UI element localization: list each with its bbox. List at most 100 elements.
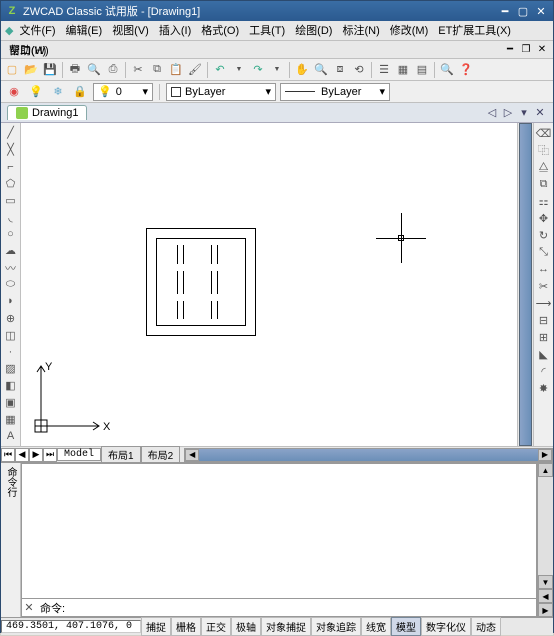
child-restore-icon[interactable]: ❐ xyxy=(519,44,533,56)
app-menu-icon[interactable]: ◆ xyxy=(5,24,13,37)
cut-icon[interactable]: ✂ xyxy=(129,61,147,79)
xline-icon[interactable]: ╳ xyxy=(3,142,19,158)
model-toggle[interactable]: 模型 xyxy=(391,617,421,636)
point-icon[interactable]: · xyxy=(3,344,19,360)
line-icon[interactable]: ╱ xyxy=(3,125,19,141)
minimize-icon[interactable]: ━ xyxy=(497,4,513,18)
undo-icon[interactable]: ↶ xyxy=(211,61,229,79)
design-center-icon[interactable]: ▦ xyxy=(394,61,412,79)
mirror-icon[interactable]: ⧋ xyxy=(536,159,552,175)
gradient-icon[interactable]: ◧ xyxy=(3,378,19,394)
menu-file[interactable]: 文件(F) xyxy=(15,21,59,39)
region-icon[interactable]: ▣ xyxy=(3,394,19,410)
copy-obj-icon[interactable]: ⿻ xyxy=(536,142,552,158)
scroll-right2-icon[interactable]: ▶ xyxy=(538,603,553,617)
menu-dim[interactable]: 标注(N) xyxy=(338,21,383,39)
zoom-rt-icon[interactable]: 🔍 xyxy=(312,61,330,79)
fillet-icon[interactable]: ◜ xyxy=(536,363,552,379)
command-input[interactable]: 命令: xyxy=(36,600,536,616)
polar-toggle[interactable]: 极轴 xyxy=(231,617,261,636)
scroll-down-icon[interactable]: ▼ xyxy=(538,575,553,589)
erase-icon[interactable]: ⌫ xyxy=(536,125,552,141)
undo-dd-icon[interactable]: ▼ xyxy=(230,61,248,79)
extend-icon[interactable]: ⟶ xyxy=(536,295,552,311)
offset-icon[interactable]: ⧉ xyxy=(536,176,552,192)
array-icon[interactable]: ⚏ xyxy=(536,193,552,209)
zoom-win-icon[interactable]: ⧈ xyxy=(331,61,349,79)
revcloud-icon[interactable]: ☁ xyxy=(3,243,19,259)
lwt-toggle[interactable]: 线宽 xyxy=(361,617,391,636)
maximize-icon[interactable]: ▢ xyxy=(515,4,531,18)
rect-icon[interactable]: ▭ xyxy=(3,192,19,208)
scroll-left-icon[interactable]: ◀ xyxy=(185,449,199,461)
open-icon[interactable]: 📂 xyxy=(22,61,40,79)
snap-toggle[interactable]: 捕捉 xyxy=(141,617,171,636)
trim-icon[interactable]: ✂ xyxy=(536,278,552,294)
tab-prev2-icon[interactable]: ◀ xyxy=(15,448,29,462)
menu-et[interactable]: ET扩展工具(X) xyxy=(434,21,515,39)
stretch-icon[interactable]: ↔ xyxy=(536,261,552,277)
scroll-left2-icon[interactable]: ◀ xyxy=(538,589,553,603)
linetype-dropdown[interactable]: ByLayer ▾ xyxy=(280,83,390,101)
match-icon[interactable]: 🖌 xyxy=(186,61,204,79)
break-icon[interactable]: ⊟ xyxy=(536,312,552,328)
layer-lock-icon[interactable]: 🔒 xyxy=(71,83,89,101)
hatch-icon[interactable]: ▨ xyxy=(3,361,19,377)
menu-edit[interactable]: 编辑(E) xyxy=(62,21,107,39)
scroll-right-icon[interactable]: ▶ xyxy=(538,449,552,461)
explode-icon[interactable]: ✸ xyxy=(536,380,552,396)
child-minimize-icon[interactable]: ━ xyxy=(503,44,517,56)
block-icon[interactable]: ◫ xyxy=(3,327,19,343)
help-icon[interactable]: ❓ xyxy=(457,61,475,79)
ortho-toggle[interactable]: 正交 xyxy=(201,617,231,636)
dyn-toggle[interactable]: 动态 xyxy=(471,617,501,636)
cmd-close-icon[interactable]: ✕ xyxy=(22,601,36,614)
paste-icon[interactable]: 📋 xyxy=(167,61,185,79)
join-icon[interactable]: ⊞ xyxy=(536,329,552,345)
layer-freeze-icon[interactable]: ❄ xyxy=(49,83,67,101)
tablet-toggle[interactable]: 数字化仪 xyxy=(421,617,471,636)
menu-modify[interactable]: 修改(M) xyxy=(386,21,433,39)
save-icon[interactable]: 💾 xyxy=(41,61,59,79)
tab-prev-icon[interactable]: ◁ xyxy=(485,106,499,120)
redo-icon[interactable]: ↷ xyxy=(249,61,267,79)
ellipse-icon[interactable]: ⬭ xyxy=(3,277,19,293)
tab-next2-icon[interactable]: ▶ xyxy=(29,448,43,462)
ellipse-arc-icon[interactable]: ◗ xyxy=(3,293,19,309)
circle-icon[interactable]: ○ xyxy=(3,226,19,242)
coordinates[interactable]: 469.3501, 407.1076, 0 xyxy=(1,620,141,633)
scroll-up-icon[interactable]: ▲ xyxy=(538,463,553,477)
child-close-icon[interactable]: ✕ xyxy=(535,44,549,56)
scale-icon[interactable]: ⤡ xyxy=(536,244,552,260)
pline-icon[interactable]: ⌐ xyxy=(3,159,19,175)
zoom-prev-icon[interactable]: ⟲ xyxy=(350,61,368,79)
command-history[interactable] xyxy=(21,463,537,599)
tab-last-icon[interactable]: ⏭ xyxy=(43,448,57,462)
menu-insert[interactable]: 插入(I) xyxy=(155,21,195,39)
table-icon[interactable]: ▦ xyxy=(3,411,19,427)
preview-icon[interactable]: 🔍 xyxy=(85,61,103,79)
calc-icon[interactable]: 🔍 xyxy=(438,61,456,79)
tool-palette-icon[interactable]: ▤ xyxy=(413,61,431,79)
document-tab[interactable]: Drawing1 xyxy=(7,105,87,120)
publish-icon[interactable]: ⎙ xyxy=(104,61,122,79)
pan-icon[interactable]: ✋ xyxy=(293,61,311,79)
rotate-icon[interactable]: ↻ xyxy=(536,227,552,243)
layer-state-icon[interactable]: 💡 xyxy=(27,83,45,101)
cmd-scrollbar[interactable]: ▲ ▼ ◀ ▶ xyxy=(537,463,553,617)
layer-dropdown[interactable]: 💡0▾ xyxy=(93,83,153,101)
redo-dd-icon[interactable]: ▼ xyxy=(268,61,286,79)
arc-icon[interactable]: ◟ xyxy=(3,209,19,225)
color-dropdown[interactable]: ByLayer ▾ xyxy=(166,83,276,101)
menu-format[interactable]: 格式(O) xyxy=(197,21,243,39)
tab-first-icon[interactable]: ⏮ xyxy=(1,448,15,462)
mtext-icon[interactable]: A xyxy=(3,428,19,444)
menu-tools[interactable]: 工具(T) xyxy=(245,21,289,39)
drawing-canvas[interactable]: Y X xyxy=(21,123,517,446)
close-icon[interactable]: ✕ xyxy=(533,4,549,18)
move-icon[interactable]: ✥ xyxy=(536,210,552,226)
polygon-icon[interactable]: ⬠ xyxy=(3,175,19,191)
tab-close-icon[interactable]: ✕ xyxy=(533,106,547,120)
print-icon[interactable]: 🖶 xyxy=(66,61,84,79)
new-icon[interactable]: ▢ xyxy=(3,61,21,79)
